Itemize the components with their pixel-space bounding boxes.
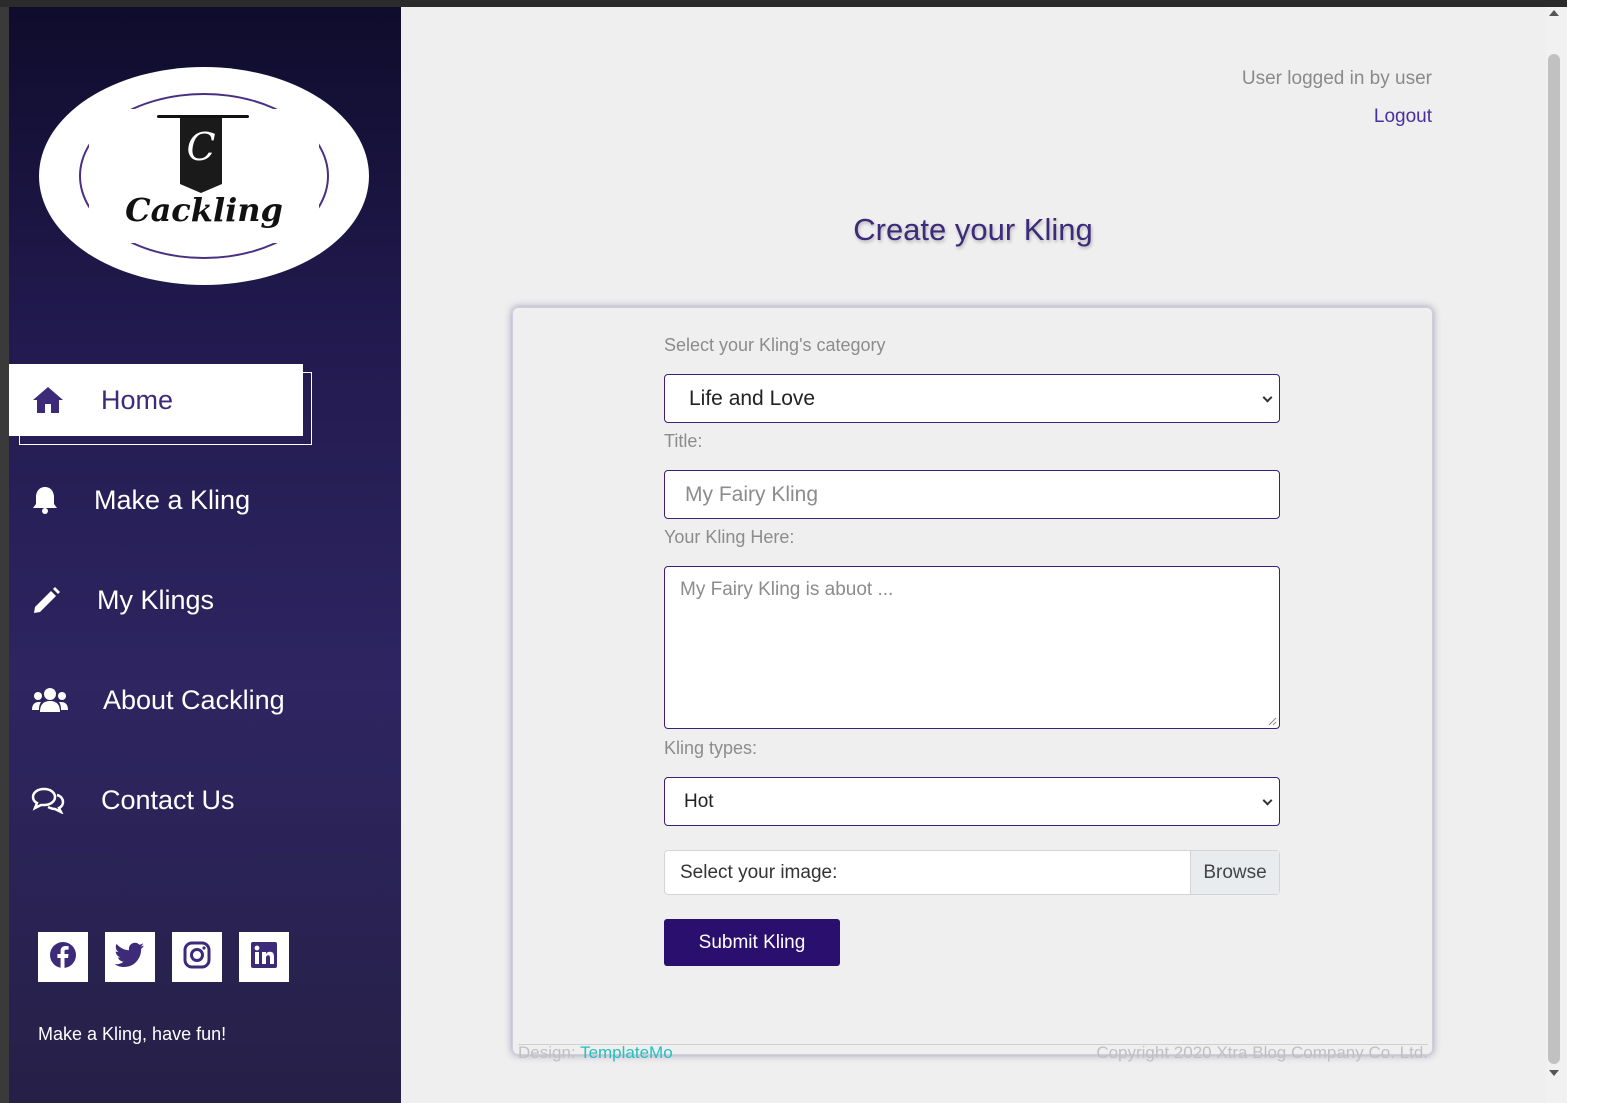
resize-handle-icon[interactable] bbox=[1267, 716, 1277, 726]
body-label: Your Kling Here: bbox=[664, 527, 795, 547]
category-select[interactable]: Life and Love bbox=[664, 374, 1280, 423]
window-left-edge bbox=[0, 7, 9, 1103]
logout-link[interactable]: Logout bbox=[1374, 106, 1432, 128]
sidebar-tagline: Make a Kling, have fun! bbox=[38, 1024, 227, 1044]
footer-design: Design: TemplateMo bbox=[518, 1043, 673, 1063]
user-status: User logged in by user bbox=[1241, 68, 1432, 89]
image-file-input[interactable]: Select your image: Browse bbox=[664, 850, 1280, 895]
logo-letter: C bbox=[186, 125, 216, 169]
browser-top-edge bbox=[0, 0, 1602, 7]
pencil-icon bbox=[31, 585, 61, 615]
site-logo[interactable]: C Cackling bbox=[39, 67, 369, 285]
nav-label-about-cackling: About Cackling bbox=[103, 684, 285, 715]
nav-item-my-klings[interactable]: My Klings bbox=[9, 564, 401, 636]
page-title: Create your Kling bbox=[853, 212, 1093, 247]
title-label: Title: bbox=[664, 431, 703, 451]
scroll-up-arrow-icon[interactable] bbox=[1549, 10, 1559, 16]
nav-label-my-klings: My Klings bbox=[97, 584, 215, 615]
comments-icon bbox=[31, 786, 65, 814]
scroll-down-arrow-icon[interactable] bbox=[1549, 1070, 1559, 1076]
nav-item-contact-us[interactable]: Contact Us bbox=[9, 764, 401, 836]
chevron-down-icon bbox=[1262, 795, 1273, 806]
nav-label-make-a-kling: Make a Kling bbox=[94, 484, 251, 515]
templatemo-link[interactable]: TemplateMo bbox=[580, 1043, 673, 1062]
users-icon bbox=[31, 686, 69, 714]
type-select-value: Hot bbox=[684, 790, 714, 812]
instagram-icon bbox=[183, 941, 211, 974]
category-label: Select your Kling's category bbox=[664, 335, 886, 355]
instagram-link[interactable] bbox=[172, 932, 222, 982]
image-file-label: Select your image: bbox=[680, 861, 838, 883]
kling-textarea[interactable]: My Fairy Kling is abuot ... bbox=[664, 566, 1280, 729]
outer-margin bbox=[1567, 0, 1602, 1103]
title-input[interactable]: My Fairy Kling bbox=[664, 470, 1280, 519]
footer-design-prefix: Design: bbox=[518, 1043, 581, 1062]
nav-item-home[interactable]: Home bbox=[9, 364, 303, 436]
title-input-placeholder: My Fairy Kling bbox=[685, 482, 819, 506]
home-icon bbox=[31, 385, 65, 415]
type-label: Kling types: bbox=[664, 738, 758, 758]
submit-kling-button[interactable]: Submit Kling bbox=[664, 919, 840, 966]
facebook-icon bbox=[49, 941, 77, 974]
browse-button[interactable]: Browse bbox=[1190, 851, 1279, 894]
scrollbar-thumb[interactable] bbox=[1548, 54, 1560, 1064]
facebook-link[interactable] bbox=[38, 932, 88, 982]
type-select[interactable]: Hot bbox=[664, 777, 1280, 826]
logo-pole bbox=[157, 115, 249, 118]
footer-copyright: Copyright 2020 Xtra Blog Company Co. Ltd… bbox=[1096, 1043, 1428, 1062]
linkedin-icon bbox=[250, 941, 278, 974]
bell-icon bbox=[31, 485, 59, 515]
chevron-down-icon bbox=[1262, 392, 1273, 403]
twitter-icon bbox=[114, 942, 145, 973]
kling-textarea-placeholder: My Fairy Kling is abuot ... bbox=[680, 579, 894, 600]
nav-label-contact-us: Contact Us bbox=[101, 784, 235, 815]
nav-item-make-a-kling[interactable]: Make a Kling bbox=[9, 464, 401, 536]
linkedin-link[interactable] bbox=[239, 932, 289, 982]
twitter-link[interactable] bbox=[105, 932, 155, 982]
nav-item-about-cackling[interactable]: About Cackling bbox=[9, 664, 401, 736]
category-select-value: Life and Love bbox=[689, 386, 816, 410]
nav-label-home: Home bbox=[101, 384, 174, 415]
logo-text: Cackling bbox=[125, 191, 283, 229]
